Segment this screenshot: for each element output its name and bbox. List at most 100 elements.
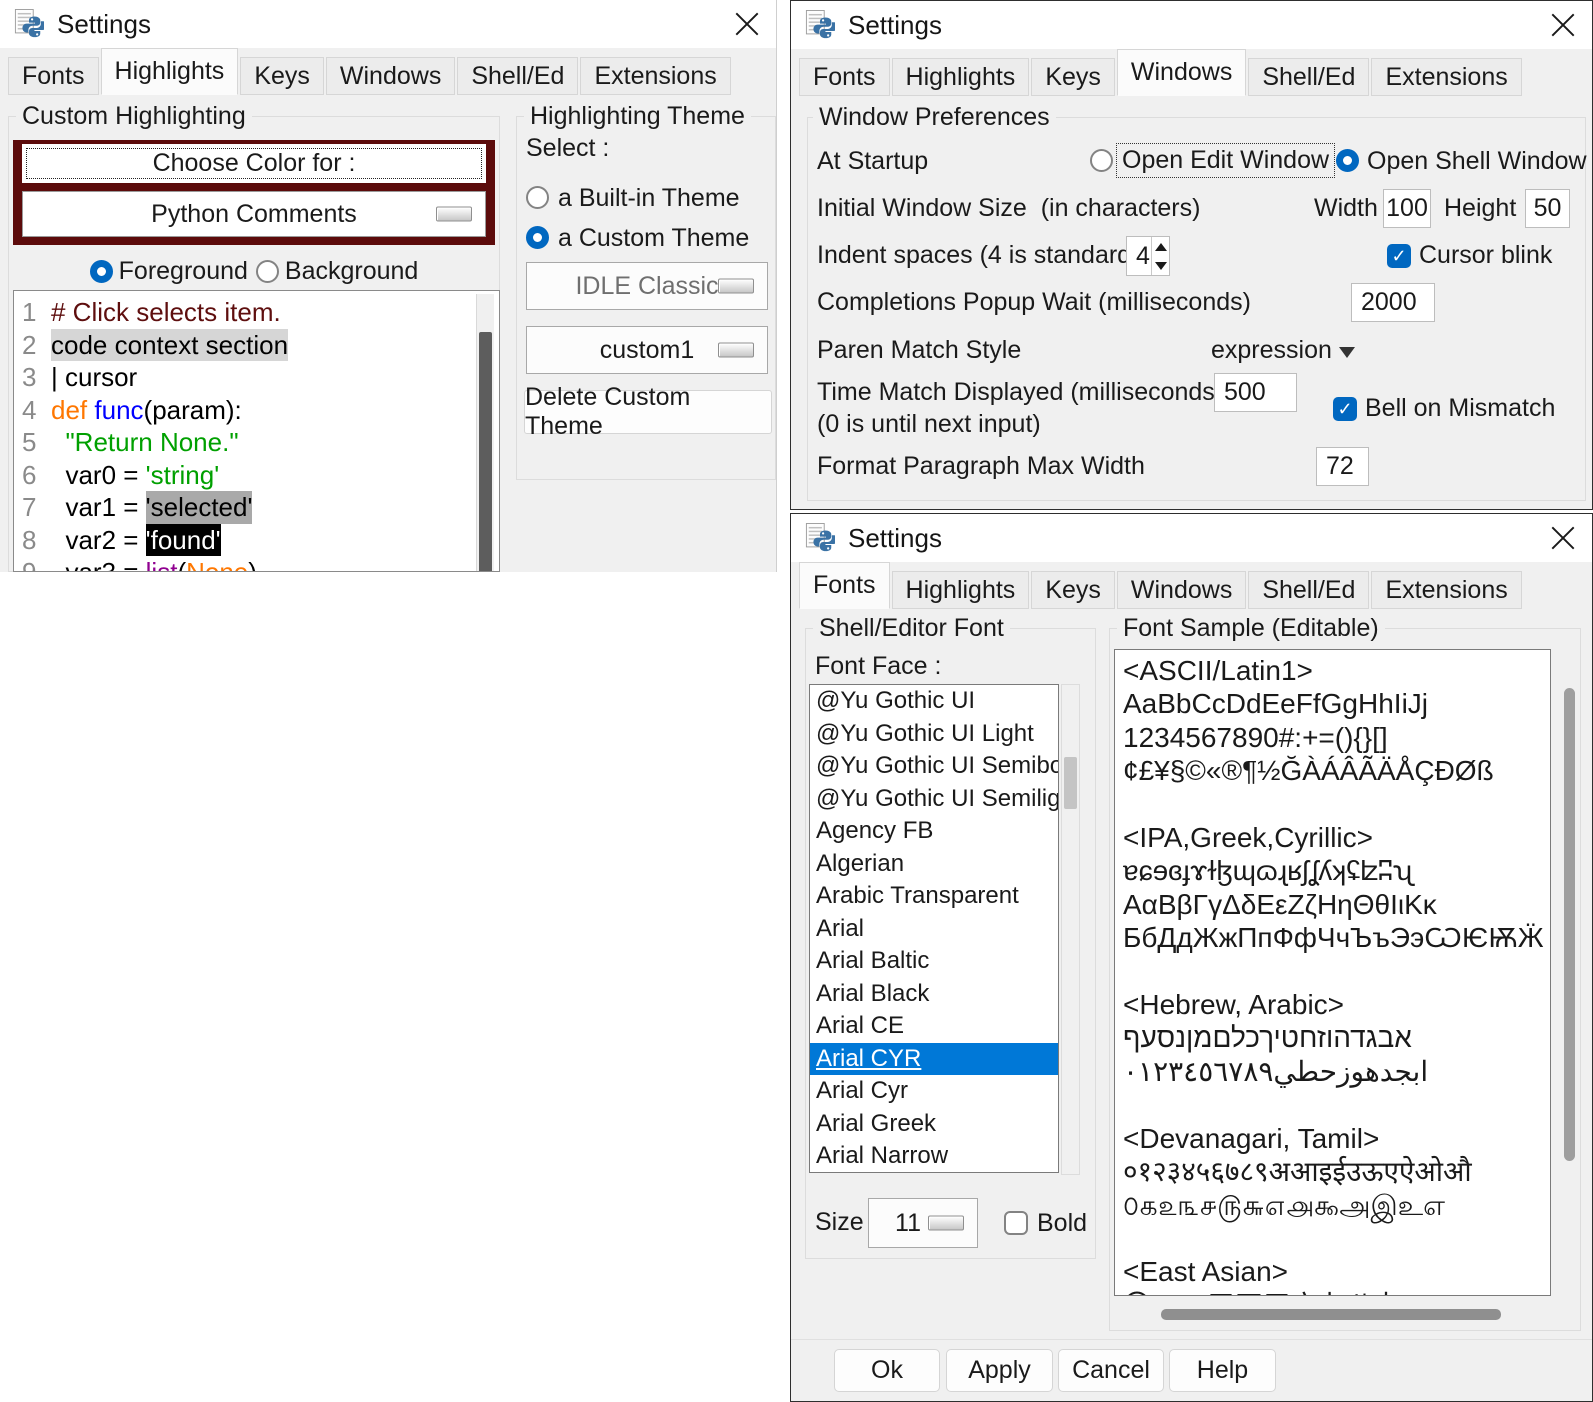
- code-token-plain[interactable]: var1 =: [51, 491, 146, 524]
- tab-shell-ed[interactable]: Shell/Ed: [1248, 58, 1369, 96]
- sample-scrollbar[interactable]: [476, 294, 494, 571]
- code-sample-line[interactable]: 8 var2 = 'found': [22, 524, 288, 557]
- code-token-plain[interactable]: (param):: [144, 394, 242, 427]
- tab-extensions[interactable]: Extensions: [1371, 58, 1521, 96]
- open-shell-radio[interactable]: [1336, 149, 1359, 172]
- font-list-item[interactable]: @Yu Gothic UI Semibold: [810, 750, 1058, 783]
- code-sample-line[interactable]: 6 var0 = 'string': [22, 459, 288, 492]
- tab-extensions[interactable]: Extensions: [580, 57, 730, 95]
- foreground-radio[interactable]: [90, 260, 113, 283]
- format-width-input[interactable]: 72: [1316, 447, 1369, 486]
- tab-highlights[interactable]: Highlights: [101, 48, 239, 95]
- font-sample-box[interactable]: <ASCII/Latin1> AaBbCcDdEeFfGgHhIiJj 1234…: [1114, 649, 1551, 1296]
- tab-shell-ed[interactable]: Shell/Ed: [1248, 571, 1369, 609]
- cancel-button[interactable]: Cancel: [1058, 1349, 1164, 1392]
- code-token-builtin[interactable]: list: [146, 556, 178, 572]
- tab-windows[interactable]: Windows: [1117, 49, 1246, 96]
- time-match-input[interactable]: 500: [1214, 373, 1297, 412]
- tab-fonts[interactable]: Fonts: [799, 58, 890, 96]
- open-edit-radio[interactable]: [1090, 149, 1113, 172]
- code-token-plain[interactable]: var0 =: [51, 459, 146, 492]
- tab-windows[interactable]: Windows: [1117, 571, 1246, 609]
- code-token-keyword[interactable]: None: [186, 556, 248, 572]
- font-list-item-selected[interactable]: Arial CYR: [810, 1043, 1058, 1076]
- font-sample-vscrollbar[interactable]: [1562, 649, 1577, 1296]
- tab-keys[interactable]: Keys: [1031, 571, 1115, 609]
- spin-up-icon[interactable]: [1152, 237, 1169, 256]
- bell-on-mismatch-checkbox[interactable]: ✓: [1333, 397, 1357, 421]
- spin-down-icon[interactable]: [1152, 256, 1169, 275]
- custom-theme-menu[interactable]: custom1: [526, 326, 768, 374]
- height-input[interactable]: 50: [1525, 189, 1570, 228]
- tab-keys[interactable]: Keys: [240, 57, 324, 95]
- builtin-theme-radio[interactable]: [526, 186, 549, 209]
- chevron-down-icon[interactable]: [1339, 347, 1355, 358]
- tab-keys[interactable]: Keys: [1031, 58, 1115, 96]
- highlight-sample-box[interactable]: 1# Click selects item.2code context sect…: [13, 290, 500, 572]
- font-list-item[interactable]: Arial Cyr: [810, 1075, 1058, 1108]
- code-token-context[interactable]: code context section: [51, 329, 288, 362]
- tab-highlights[interactable]: Highlights: [892, 58, 1030, 96]
- code-sample-line[interactable]: 7 var1 = 'selected': [22, 491, 288, 524]
- builtin-theme-menu[interactable]: IDLE Classic: [526, 262, 768, 310]
- width-input[interactable]: 100: [1383, 189, 1431, 228]
- open-edit-label[interactable]: Open Edit Window: [1117, 144, 1334, 177]
- code-token-string[interactable]: "Return None.": [65, 426, 238, 459]
- code-token-plain[interactable]: (: [177, 556, 186, 572]
- spinbox-arrows[interactable]: [1151, 237, 1169, 275]
- code-sample-line[interactable]: 2code context section: [22, 329, 288, 362]
- paren-style-menu[interactable]: expression: [1211, 336, 1332, 365]
- font-list-item[interactable]: Arial Baltic: [810, 945, 1058, 978]
- font-sample-hscrollbar-thumb[interactable]: [1161, 1309, 1501, 1320]
- code-token-found[interactable]: 'found': [146, 524, 221, 557]
- close-icon[interactable]: [732, 9, 762, 39]
- font-list-item[interactable]: Arial Black: [810, 978, 1058, 1011]
- font-list-item[interactable]: Arial Narrow: [810, 1140, 1058, 1173]
- code-sample-line[interactable]: 9 var3 = list(None): [22, 556, 288, 572]
- code-token-string[interactable]: 'string': [146, 459, 220, 492]
- code-sample-line[interactable]: 1# Click selects item.: [22, 296, 288, 329]
- choose-color-button[interactable]: Choose Color for :: [22, 144, 486, 183]
- font-size-menu[interactable]: 11: [868, 1198, 978, 1248]
- sample-scrollbar-thumb[interactable]: [479, 332, 492, 572]
- font-list-scrollbar-thumb[interactable]: [1064, 757, 1077, 809]
- code-token-plain[interactable]: var2 =: [51, 524, 146, 557]
- background-radio[interactable]: [256, 260, 279, 283]
- font-sample-vscrollbar-thumb[interactable]: [1564, 688, 1575, 1161]
- titlebar[interactable]: Settings: [791, 1, 1592, 49]
- code-token-plain[interactable]: [51, 426, 65, 459]
- code-token-plain[interactable]: var3 =: [51, 556, 146, 572]
- code-token-definition[interactable]: func: [94, 394, 143, 427]
- font-list-scrollbar[interactable]: [1061, 684, 1080, 1175]
- indent-spinbox[interactable]: 4: [1126, 236, 1170, 276]
- help-button[interactable]: Help: [1169, 1349, 1276, 1392]
- completions-wait-input[interactable]: 2000: [1351, 283, 1435, 322]
- tab-shell-ed[interactable]: Shell/Ed: [457, 57, 578, 95]
- code-token-plain[interactable]: ): [248, 556, 257, 572]
- apply-button[interactable]: Apply: [946, 1349, 1053, 1392]
- code-sample-line[interactable]: 4def func(param):: [22, 394, 288, 427]
- tab-windows[interactable]: Windows: [326, 57, 455, 95]
- code-token-plain[interactable]: | cursor: [51, 361, 137, 394]
- font-sample-text[interactable]: <ASCII/Latin1> AaBbCcDdEeFfGgHhIiJj 1234…: [1123, 654, 1548, 1296]
- tab-extensions[interactable]: Extensions: [1371, 571, 1521, 609]
- code-sample-line[interactable]: 5 "Return None.": [22, 426, 288, 459]
- titlebar[interactable]: Settings: [791, 514, 1592, 562]
- close-icon[interactable]: [1548, 523, 1578, 553]
- code-token-comment[interactable]: # Click selects item.: [51, 296, 281, 329]
- highlight-target-menu[interactable]: Python Comments: [22, 191, 486, 237]
- delete-custom-theme-button[interactable]: Delete Custom Theme: [524, 390, 772, 434]
- code-token-keyword[interactable]: def: [51, 394, 87, 427]
- close-icon[interactable]: [1548, 10, 1578, 40]
- font-list-item[interactable]: Algerian: [810, 848, 1058, 881]
- font-list-item[interactable]: Arial Greek: [810, 1108, 1058, 1141]
- tab-fonts[interactable]: Fonts: [8, 57, 99, 95]
- tab-highlights[interactable]: Highlights: [892, 571, 1030, 609]
- code-token-selected[interactable]: 'selected': [146, 491, 253, 524]
- font-list-item[interactable]: @Yu Gothic UI Semilight: [810, 783, 1058, 816]
- cursor-blink-checkbox[interactable]: ✓: [1387, 244, 1411, 268]
- tab-fonts[interactable]: Fonts: [799, 562, 890, 609]
- code-token-plain[interactable]: [87, 394, 94, 427]
- bold-checkbox[interactable]: [1004, 1211, 1028, 1235]
- font-list-item[interactable]: Arial CE: [810, 1010, 1058, 1043]
